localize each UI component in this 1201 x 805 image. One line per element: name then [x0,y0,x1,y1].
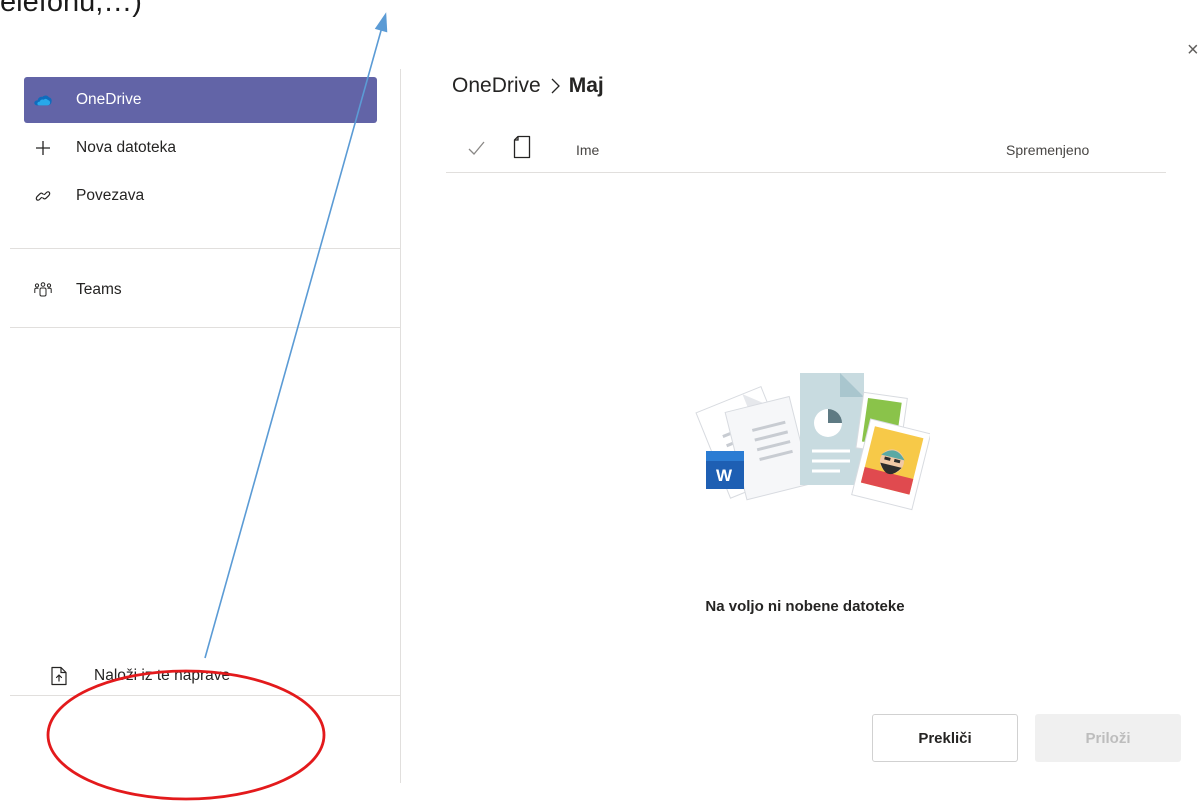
breadcrumb: OneDrive Maj [452,74,604,98]
empty-state-message: Na voljo ni nobene datoteke [705,598,905,615]
link-icon [34,187,52,205]
annotation-text: telefonu,…) [0,0,142,18]
plus-icon [34,139,52,157]
sidebar-divider [10,248,400,249]
onedrive-cloud-icon [34,91,52,109]
cancel-button[interactable]: Prekliči [872,714,1018,762]
teams-icon [34,281,52,299]
nav-item-link[interactable]: Povezava [24,173,377,219]
nav-item-new-file[interactable]: Nova datoteka [24,125,377,171]
svg-text:W: W [716,466,733,485]
nav-item-label: Nova datoteka [76,139,176,156]
upload-file-icon [50,666,68,686]
sidebar-divider [10,327,400,328]
attach-button[interactable]: Priloži [1035,714,1181,762]
nav-item-onedrive[interactable]: OneDrive [24,77,377,123]
select-all-check-icon[interactable] [466,138,486,161]
file-type-icon [512,135,532,162]
column-header-name[interactable]: Ime [576,142,599,158]
column-header-modified[interactable]: Spremenjeno [1006,142,1089,158]
close-button[interactable]: × [1187,38,1201,62]
sidebar-divider [10,695,400,696]
upload-label: Naloži iz te naprave [94,667,231,684]
file-picker-dialog: telefonu,…) × OneDrive Nova datoteka Pov… [0,0,1201,805]
breadcrumb-current: Maj [568,74,604,97]
nav-item-label: OneDrive [76,91,142,108]
breadcrumb-root[interactable]: OneDrive [452,74,541,98]
annotation-arrow-head [374,12,388,33]
chevron-right-icon [549,77,561,95]
nav-item-teams[interactable]: Teams [24,267,377,313]
nav-item-label: Povezava [76,187,145,204]
upload-from-device-button[interactable]: Naloži iz te naprave [50,660,230,692]
nav-item-label: Teams [76,281,122,298]
file-list-header: Ime Spremenjeno [446,128,1166,173]
empty-folder-illustration: W [690,365,932,525]
